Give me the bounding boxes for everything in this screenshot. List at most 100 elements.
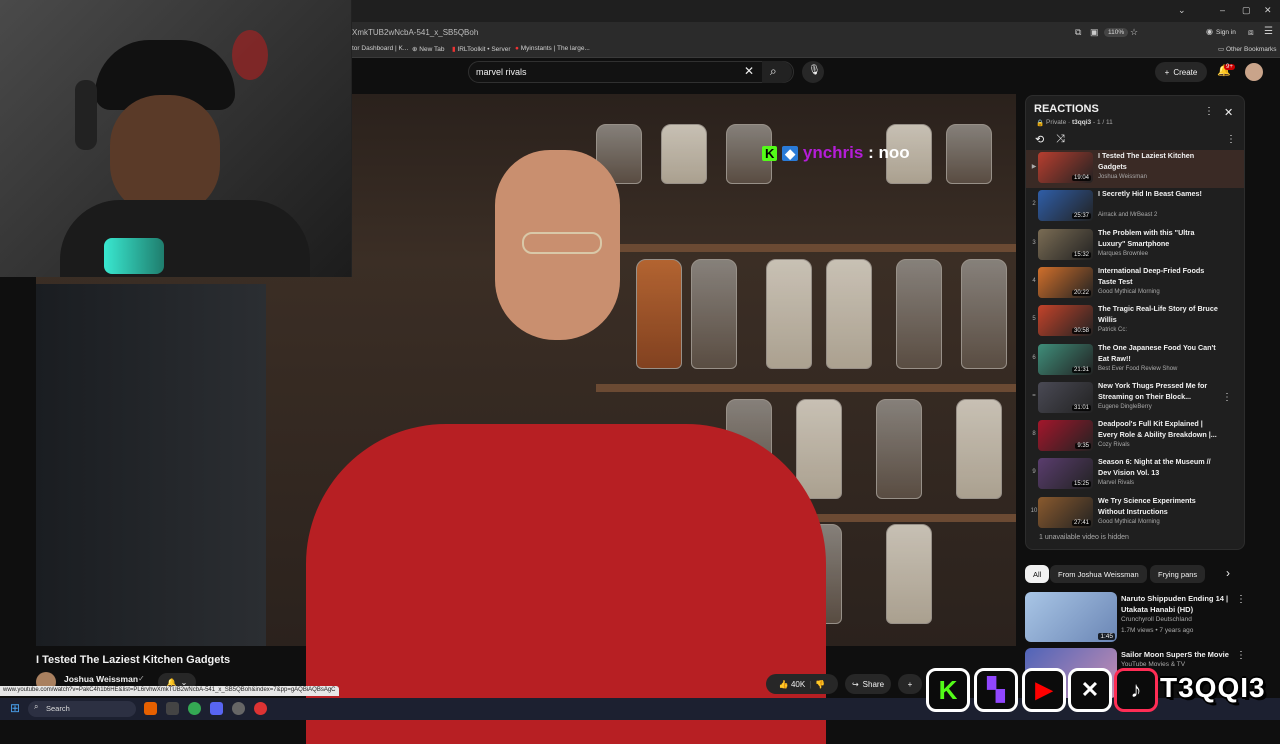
playlist-item-thumbnail[interactable]: 15:25 <box>1038 458 1093 490</box>
playlist-item[interactable]: = 31:01 New York Thugs Pressed Me for Stre… <box>1026 380 1244 418</box>
zoom-badge[interactable]: 110% <box>1104 28 1129 37</box>
chevron-right-icon[interactable]: › <box>1226 566 1230 580</box>
jar <box>876 399 922 499</box>
playlist-item[interactable]: 8 9:35 Deadpool's Full Kit Explained | Eve… <box>1026 418 1244 456</box>
obs-icon[interactable] <box>254 702 267 715</box>
playlist-item-title[interactable]: I Secretly Hid In Beast Games! <box>1098 188 1223 199</box>
clear-search-icon[interactable]: ✕ <box>744 64 754 78</box>
microphone <box>104 238 164 274</box>
rec-menu-icon[interactable]: ⋮ <box>1236 594 1246 605</box>
playlist-item-thumbnail[interactable]: 20:22 <box>1038 266 1093 298</box>
playlist-item[interactable]: 5 30:58 The Tragic Real-Life Story of Bruc… <box>1026 303 1244 341</box>
loop-icon[interactable]: ⟲ <box>1035 133 1044 146</box>
screenshot-icon[interactable]: ⧉ <box>1075 27 1081 38</box>
playlist-item-thumbnail[interactable]: 27:41 <box>1038 496 1093 528</box>
rec-title[interactable]: Sailor Moon SuperS the Movie <box>1121 649 1233 660</box>
plush-toy <box>232 30 268 80</box>
minimize-icon[interactable]: – <box>1220 5 1225 15</box>
playlist-item[interactable]: 6 21:31 The One Japanese Food You Can't Ea… <box>1026 342 1244 380</box>
playlist-item-title[interactable]: I Tested The Laziest Kitchen Gadgets <box>1098 150 1223 172</box>
sign-in-link[interactable]: Sign in <box>1216 29 1236 36</box>
playlist-item-thumbnail[interactable]: 19:04 <box>1038 152 1093 183</box>
playlist-item-title[interactable]: New York Thugs Pressed Me for Streaming … <box>1098 380 1223 402</box>
playlist-title[interactable]: REACTIONS <box>1034 103 1099 115</box>
shuffle-icon[interactable]: ⤨ <box>1056 133 1065 146</box>
playlist-item-thumbnail[interactable]: 31:01 <box>1038 381 1093 413</box>
firefox-icon[interactable] <box>144 702 157 715</box>
playlist-item-index: 5 <box>1032 316 1036 323</box>
plus-icon: + <box>907 679 913 689</box>
rec-title[interactable]: Naruto Shippuden Ending 14 | Utakata Han… <box>1121 593 1233 615</box>
bookmark-star-icon[interactable]: ☆ <box>1130 27 1138 38</box>
playlist-item[interactable]: 3 15:32 The Problem with this "Ultra Luxur… <box>1026 227 1244 265</box>
chip-from-channel[interactable]: From Joshua Weissman <box>1050 565 1147 583</box>
playlist-item-duration: 30:58 <box>1071 328 1091 335</box>
playlist-item-thumbnail[interactable]: 21:31 <box>1038 343 1093 375</box>
extensions-icon[interactable]: ⧈ <box>1248 27 1254 38</box>
chip-all[interactable]: All <box>1025 565 1050 583</box>
jar <box>946 124 992 184</box>
tab-list-icon[interactable]: ⌄ <box>1178 5 1186 16</box>
url-text[interactable]: XmkTUB2wNcbA-541_x_SB5QBoh <box>352 28 478 37</box>
close-window-icon[interactable]: ✕ <box>1264 5 1272 16</box>
channel-name[interactable]: Joshua Weissman <box>64 674 138 684</box>
playlist-item-thumbnail[interactable]: 15:32 <box>1038 228 1093 260</box>
playlist-options-icon[interactable]: ⋮ <box>1226 134 1236 145</box>
taskbar-search[interactable]: Search <box>28 701 136 717</box>
playlist-item-channel: Best Ever Food Review Show <box>1098 365 1178 372</box>
plus-icon: + <box>1164 67 1170 77</box>
app-icon[interactable] <box>232 702 245 715</box>
search-icon[interactable]: ⌕ <box>770 64 777 79</box>
more-actions-button[interactable]: + <box>898 674 922 694</box>
playlist-menu-icon[interactable]: ⋮ <box>1204 106 1214 117</box>
rec-channel[interactable]: Crunchyroll Deutschland <box>1121 616 1192 623</box>
app-icon[interactable] <box>166 702 179 715</box>
playlist-item-title[interactable]: Season 6: Night at the Museum // Dev Vis… <box>1098 456 1223 478</box>
jar <box>896 259 942 369</box>
playlist-item-thumbnail[interactable]: 30:58 <box>1038 305 1093 337</box>
playlist-item[interactable]: ▶ 19:04 I Tested The Laziest Kitchen Gadge… <box>1026 150 1244 188</box>
windows-start-icon[interactable]: ⊞ <box>10 701 20 715</box>
create-button[interactable]: + Create <box>1155 62 1207 82</box>
playlist-item[interactable]: 4 20:22 International Deep-Fried Foods Tas… <box>1026 265 1244 303</box>
playlist-item[interactable]: 10 27:41 We Try Science Experiments Withou… <box>1026 495 1244 533</box>
maximize-icon[interactable]: ▢ <box>1242 5 1251 16</box>
rec-channel[interactable]: YouTube Movies & TV <box>1121 661 1185 668</box>
playlist-item[interactable]: 2 25:37 I Secretly Hid In Beast Games! Airr… <box>1026 188 1244 226</box>
playlist-item-thumbnail[interactable]: 9:35 <box>1038 420 1093 452</box>
rec-thumbnail[interactable]: 1:45 <box>1025 592 1117 642</box>
playlist-item-title[interactable]: The One Japanese Food You Can't Eat Raw!… <box>1098 342 1223 364</box>
share-button[interactable]: ↪ Share <box>845 674 891 694</box>
thumbs-down-icon[interactable]: 👎 <box>815 680 825 689</box>
browser-menu-icon[interactable]: ☰ <box>1264 26 1273 37</box>
playlist-item-index: = <box>1032 392 1036 399</box>
search-button[interactable] <box>762 61 792 83</box>
status-url: www.youtube.com/watch?v=PakC4h1b6HE&list… <box>0 686 339 696</box>
playlist-item-menu-icon[interactable]: ⋮ <box>1222 392 1232 403</box>
search-icon: ⌕ <box>34 702 39 711</box>
like-button[interactable]: 👍 40K <box>779 680 805 689</box>
chip-frying-pans[interactable]: Frying pans <box>1150 565 1206 583</box>
bookmark-item[interactable]: ● Myinstants | The large... <box>515 45 590 52</box>
bookmark-item[interactable]: ⊕ New Tab <box>412 45 444 53</box>
playlist-item[interactable]: 9 15:25 Season 6: Night at the Museum // D… <box>1026 456 1244 494</box>
close-playlist-icon[interactable]: ✕ <box>1224 106 1233 119</box>
other-bookmarks[interactable]: ▭ Other Bookmarks <box>1218 45 1277 53</box>
discord-icon[interactable] <box>210 702 223 715</box>
bookmark-item[interactable]: ▮ IRLToolkit • Server <box>452 45 510 53</box>
playlist-item-title[interactable]: International Deep-Fried Foods Taste Tes… <box>1098 265 1223 287</box>
bookmark-item[interactable]: tor Dashboard | K... <box>352 45 408 52</box>
avatar[interactable] <box>1245 63 1263 81</box>
playlist-item-title[interactable]: The Problem with this "Ultra Luxury" Sma… <box>1098 227 1223 249</box>
search-input[interactable]: marvel rivals <box>476 67 527 77</box>
hidden-videos-note: 1 unavailable video is hidden <box>1039 534 1129 541</box>
chrome-icon[interactable] <box>188 702 201 715</box>
playlist-item-title[interactable]: We Try Science Experiments Without Instr… <box>1098 495 1223 517</box>
playlist-item-thumbnail[interactable]: 25:37 <box>1038 190 1093 222</box>
rec-menu-icon[interactable]: ⋮ <box>1236 650 1246 661</box>
playlist-item-title[interactable]: Deadpool's Full Kit Explained | Every Ro… <box>1098 418 1223 440</box>
reader-icon[interactable]: ▣ <box>1090 27 1099 38</box>
profile-icon[interactable]: ◉ <box>1206 27 1213 36</box>
playlist-item-title[interactable]: The Tragic Real-Life Story of Bruce Will… <box>1098 303 1223 325</box>
jar <box>886 524 932 624</box>
